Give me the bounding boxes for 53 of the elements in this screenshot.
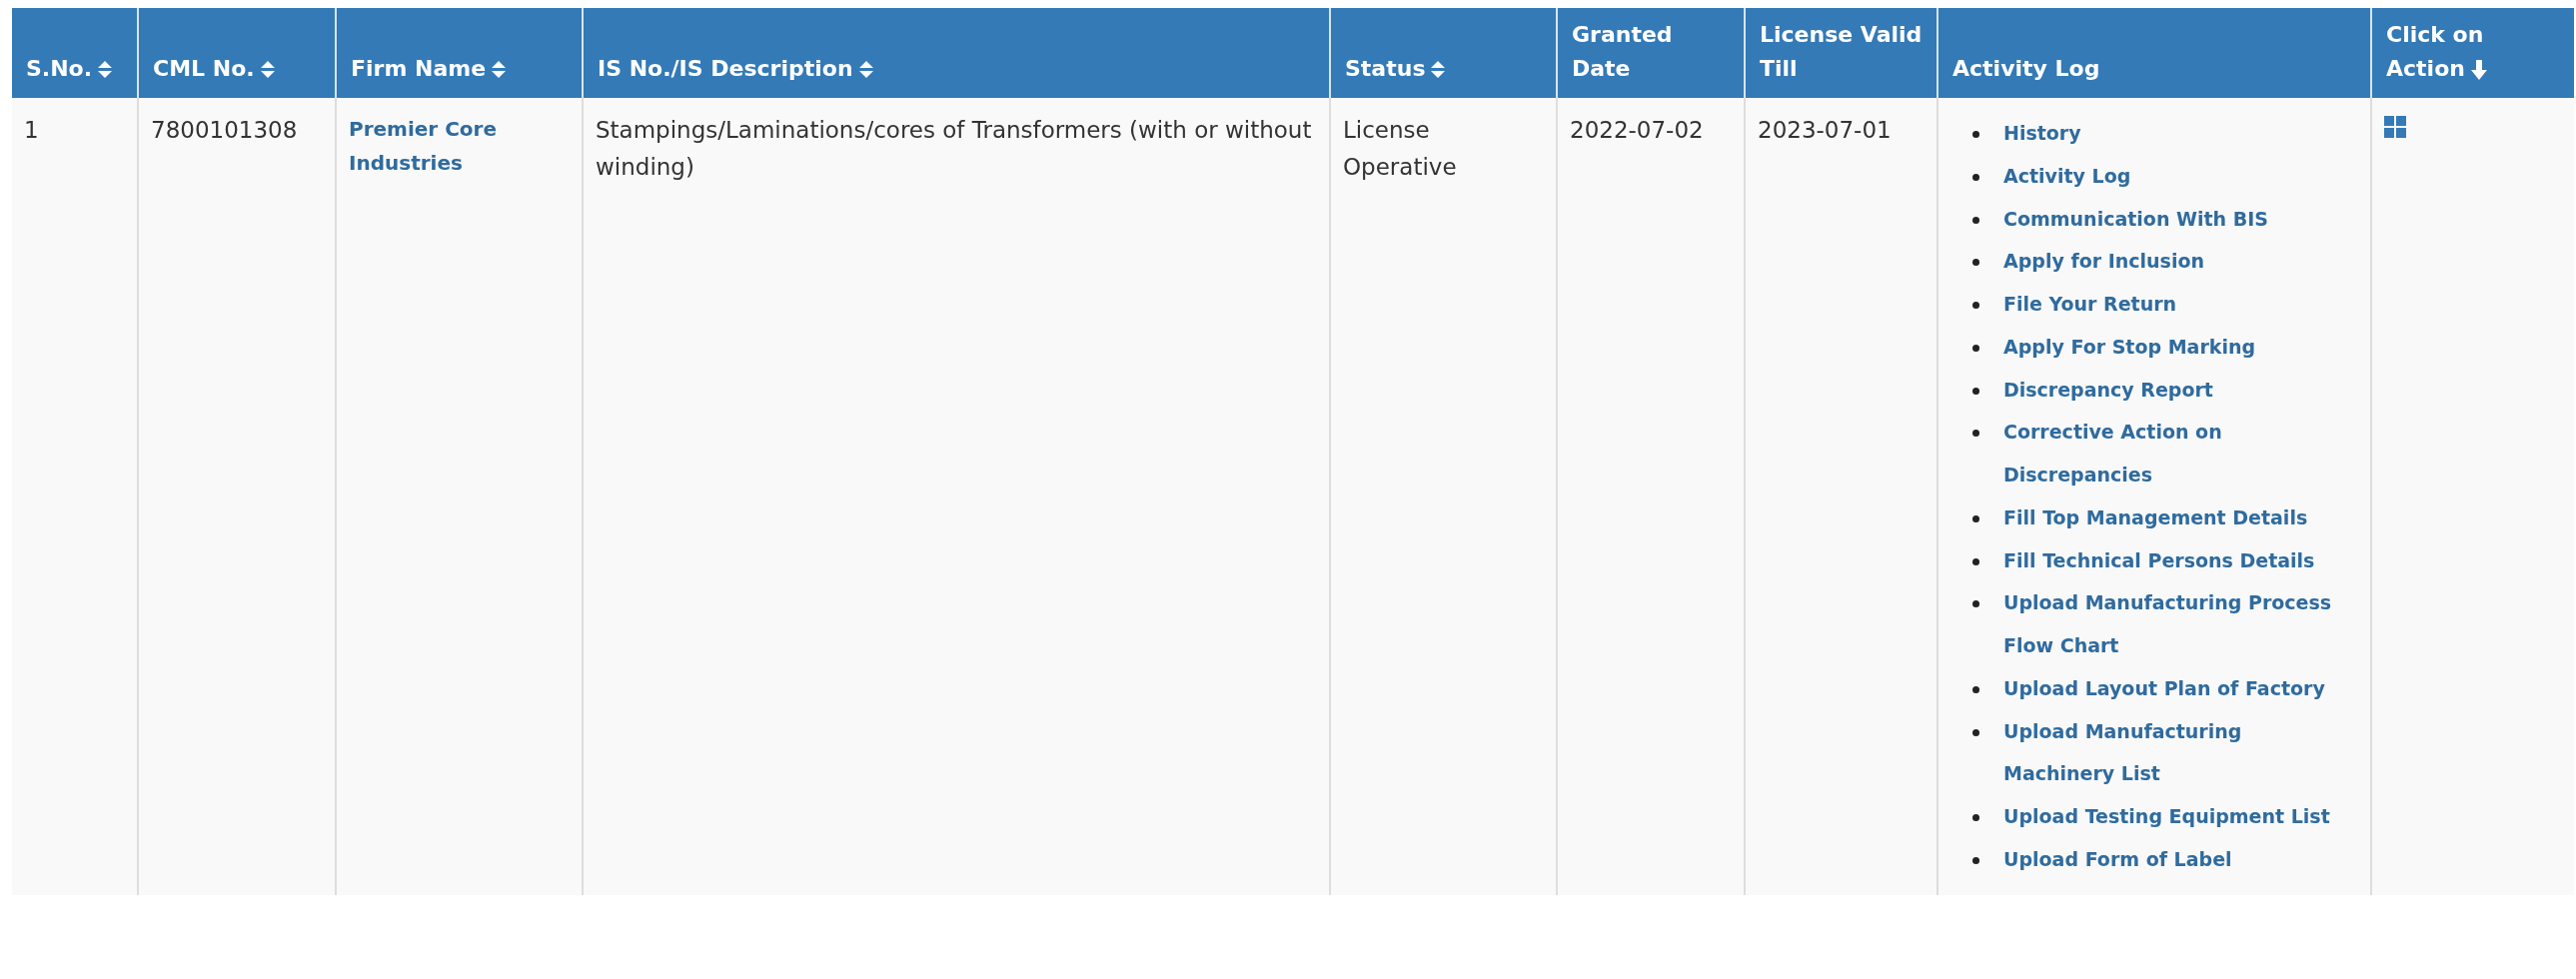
activity-link[interactable]: Corrective Action on Discrepancies: [2003, 411, 2358, 496]
firm-name-link[interactable]: Premier Core Industries: [349, 112, 570, 181]
bullet-icon: [1972, 557, 1979, 565]
bullet-icon: [1972, 302, 1979, 310]
table-cell: 2022-07-02: [1557, 98, 1745, 895]
bullet-icon: [1972, 430, 1979, 438]
sort-icon[interactable]: [98, 61, 113, 80]
activity-link[interactable]: Activity Log: [2003, 154, 2131, 198]
bullet-icon: [1972, 259, 1979, 267]
sort-icon[interactable]: [858, 61, 873, 80]
grid-icon[interactable]: [2384, 116, 2406, 139]
bullet-icon: [1972, 728, 1979, 736]
activity-link[interactable]: File Your Return: [2003, 283, 2177, 326]
column-header[interactable]: License Valid Till: [1745, 8, 1937, 99]
column-header[interactable]: Activity Log: [1937, 8, 2371, 99]
bullet-icon: [1972, 344, 1979, 352]
table-cell: License Operative: [1330, 98, 1557, 895]
table-cell: 2023-07-01: [1745, 98, 1937, 895]
column-header[interactable]: Click on Action: [2371, 8, 2574, 99]
arrow-down-icon[interactable]: [2470, 60, 2487, 81]
bullet-icon: [1972, 514, 1979, 522]
table-cell: 1: [12, 98, 138, 895]
activity-link[interactable]: Fill Top Management Details: [2003, 495, 2308, 539]
table-cell: Stampings/Laminations/cores of Transformers (with or without winding): [583, 98, 1330, 895]
bullet-icon: [1972, 173, 1979, 181]
activity-link[interactable]: Discrepancy Report: [2003, 368, 2213, 412]
activity-link[interactable]: Apply for Inclusion: [2003, 240, 2205, 284]
activity-link[interactable]: Upload Testing Equipment List: [2003, 795, 2330, 838]
column-header[interactable]: Status: [1330, 8, 1557, 99]
sort-icon[interactable]: [1431, 61, 1446, 80]
activity-link[interactable]: Upload Layout Plan of Factory: [2003, 666, 2325, 710]
column-header[interactable]: CML No.: [138, 8, 336, 99]
bullet-icon: [1972, 387, 1979, 395]
sort-icon[interactable]: [260, 61, 275, 80]
table-cell: 7800101308: [138, 98, 336, 895]
bullet-icon: [1972, 600, 1979, 608]
activity-link[interactable]: Fill Technical Persons Details: [2003, 538, 2315, 582]
activity-link[interactable]: Upload Form of Label: [2003, 837, 2232, 881]
activity-link[interactable]: Apply For Stop Marking: [2003, 325, 2256, 369]
activity-link[interactable]: Communication With BIS: [2003, 197, 2268, 241]
column-header[interactable]: Firm Name: [336, 8, 583, 99]
activity-link[interactable]: Upload Manufacturing Machinery List: [2003, 709, 2358, 796]
bullet-icon: [1972, 216, 1979, 224]
bullet-icon: [1972, 856, 1979, 864]
sort-icon[interactable]: [492, 61, 507, 80]
activity-link[interactable]: History: [2003, 112, 2081, 155]
column-header[interactable]: IS No./IS Description: [583, 8, 1330, 99]
bullet-icon: [1972, 814, 1979, 822]
column-header[interactable]: S.No.: [12, 8, 138, 99]
bullet-icon: [1972, 131, 1979, 139]
column-header[interactable]: Granted Date: [1557, 8, 1745, 99]
activity-link[interactable]: Upload Manufacturing Process Flow Chart: [2003, 581, 2358, 667]
bullet-icon: [1972, 685, 1979, 693]
